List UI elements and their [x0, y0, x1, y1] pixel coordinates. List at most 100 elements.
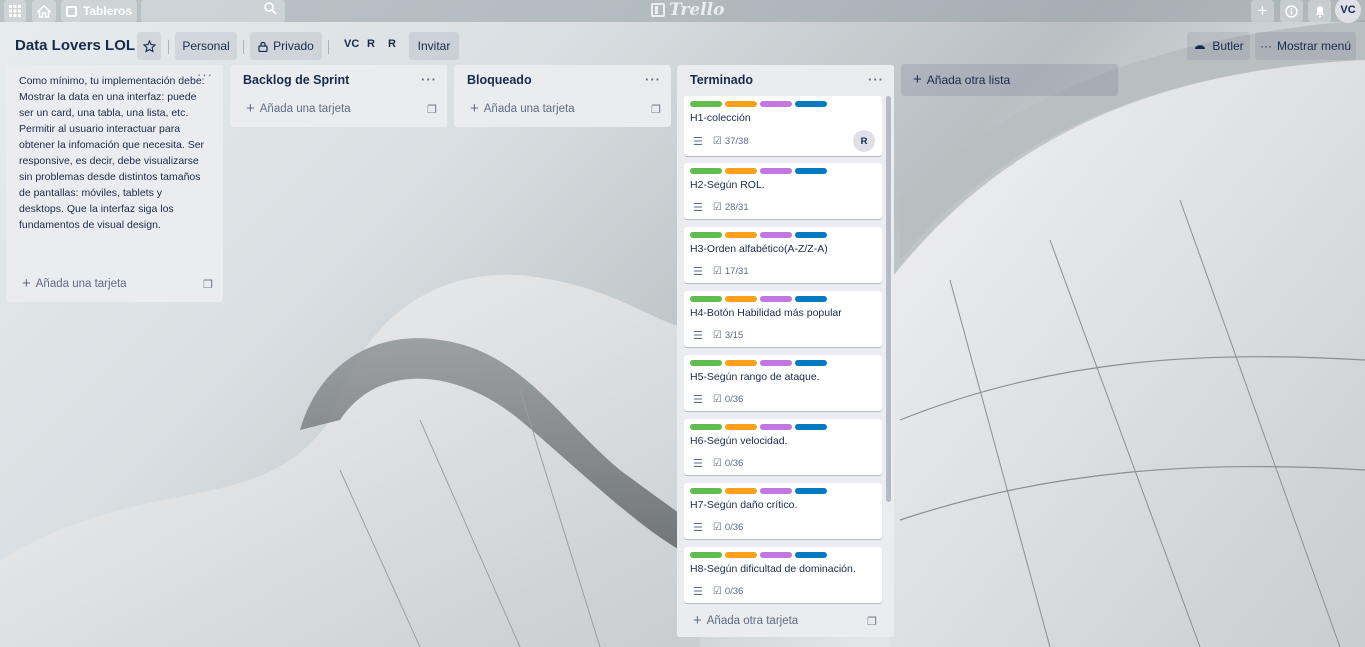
description-icon: ☰: [693, 522, 703, 534]
apps-grid-icon[interactable]: [4, 0, 26, 22]
butler-button[interactable]: Butler: [1187, 32, 1250, 60]
card-labels[interactable]: [690, 488, 827, 494]
show-menu-button[interactable]: ··· Mostrar menú: [1255, 32, 1356, 60]
plus-icon: +: [246, 100, 255, 117]
label-blue: [795, 101, 827, 107]
home-icon[interactable]: [32, 0, 56, 22]
description-icon: ☰: [693, 136, 703, 148]
card-labels[interactable]: [690, 360, 827, 366]
add-card-button[interactable]: + Añada una tarjeta ❐: [6, 270, 223, 298]
card[interactable]: H2-Según ROL. ☰ ☑ 28/31: [684, 163, 882, 219]
card-badges: ☰ ☑ 0/36: [693, 585, 743, 598]
label-orange: [725, 360, 757, 366]
checklist-count: 28/31: [724, 202, 749, 213]
description-icon: ☰: [693, 202, 703, 214]
card[interactable]: H7-Según daño crítico. ☰ ☑ 0/36: [684, 483, 882, 539]
divider: [328, 40, 329, 54]
user-avatar[interactable]: VC: [1335, 0, 1361, 23]
card-labels[interactable]: [690, 296, 827, 302]
list-description[interactable]: Como mínimo, tu implementación debe: Mos…: [6, 65, 223, 233]
label-purple: [760, 101, 792, 107]
top-nav-bar: Tableros Trello + VC: [0, 0, 1365, 23]
card-labels[interactable]: [690, 101, 827, 107]
list-title[interactable]: Backlog de Sprint: [243, 73, 349, 87]
create-plus-icon[interactable]: +: [1251, 0, 1274, 22]
label-blue: [795, 232, 827, 238]
label-purple: [760, 424, 792, 430]
label-green: [690, 232, 722, 238]
checklist-icon: ☑: [712, 202, 722, 213]
show-menu-label: Mostrar menú: [1276, 39, 1352, 53]
card[interactable]: H3-Orden alfabético(A-Z/Z-A) ☰ ☑ 17/31: [684, 227, 882, 283]
info-icon[interactable]: [1280, 0, 1303, 22]
card-labels[interactable]: [690, 424, 827, 430]
visibility-button[interactable]: Privado: [250, 32, 322, 60]
label-orange: [725, 488, 757, 494]
checklist-icon: ☑: [712, 586, 722, 597]
card-template-icon[interactable]: ❐: [651, 103, 661, 116]
star-icon[interactable]: [137, 32, 161, 60]
card-labels[interactable]: [690, 168, 827, 174]
invite-button[interactable]: Invitar: [409, 32, 459, 60]
trello-logo-icon: [651, 3, 665, 17]
add-card-button[interactable]: + Añada una tarjeta ❐: [230, 95, 447, 123]
card-template-icon[interactable]: ❐: [427, 103, 437, 116]
label-blue: [795, 552, 827, 558]
boards-label: Tableros: [82, 4, 133, 18]
list-menu-icon[interactable]: ···: [197, 68, 213, 81]
card-template-icon[interactable]: ❐: [203, 278, 213, 291]
checklist-icon: ☑: [712, 394, 722, 405]
add-another-card-button[interactable]: + Añada otra tarjeta ❐: [677, 607, 887, 635]
team-button[interactable]: Personal: [175, 32, 237, 60]
card[interactable]: H5-Según rango de ataque. ☰ ☑ 0/36: [684, 355, 882, 411]
card-badges: ☰ ☑ 0/36: [693, 393, 743, 406]
label-green: [690, 296, 722, 302]
member-avatar[interactable]: VC: [344, 38, 359, 50]
label-purple: [760, 552, 792, 558]
list-menu-icon[interactable]: ···: [645, 73, 661, 86]
card[interactable]: H8-Según dificultad de dominación. ☰ ☑ 0/…: [684, 547, 882, 603]
card-badges: ☰ ☑ 28/31: [693, 201, 749, 214]
card-title: H2-Según ROL.: [690, 179, 765, 191]
member-avatar[interactable]: R: [367, 38, 375, 50]
description-icon: ☰: [693, 458, 703, 470]
list-header[interactable]: Terminado ···: [677, 65, 894, 95]
list-title[interactable]: Terminado: [690, 73, 753, 87]
board-title[interactable]: Data Lovers LOL: [15, 37, 135, 54]
card-badges: ☰ ☑ 17/31: [693, 265, 749, 278]
card-title: H5-Según rango de ataque.: [690, 371, 820, 383]
notifications-bell-icon[interactable]: [1308, 0, 1331, 22]
card-labels[interactable]: [690, 232, 827, 238]
plus-icon: +: [470, 100, 479, 117]
card[interactable]: H1-colección ☰ ☑ 37/38 R: [684, 96, 882, 156]
checklist-count: 0/36: [724, 522, 744, 533]
list-scrollbar[interactable]: [886, 96, 891, 502]
add-card-button[interactable]: + Añada una tarjeta ❐: [454, 95, 671, 123]
list-title[interactable]: Bloqueado: [467, 73, 532, 87]
card-labels[interactable]: [690, 552, 827, 558]
add-list-button[interactable]: + Añada otra lista: [901, 64, 1118, 96]
card-member-avatar[interactable]: R: [853, 130, 875, 152]
member-avatar[interactable]: R: [388, 38, 396, 50]
checklist-count: 0/36: [724, 458, 744, 469]
scrollbar-thumb[interactable]: [886, 96, 891, 502]
visibility-label: Privado: [273, 39, 314, 53]
list-header[interactable]: Bloqueado ···: [454, 65, 671, 95]
checklist-icon: ☑: [712, 136, 722, 147]
label-green: [690, 168, 722, 174]
label-blue: [795, 488, 827, 494]
boards-button[interactable]: Tableros: [61, 0, 137, 22]
label-orange: [725, 552, 757, 558]
card-template-icon[interactable]: ❐: [867, 615, 877, 628]
trello-logo[interactable]: Trello: [651, 0, 724, 20]
list-header[interactable]: Backlog de Sprint ···: [230, 65, 447, 95]
search-icon: [264, 2, 277, 18]
list: Terminado ··· H1-colección ☰ ☑ 37/38 R H2…: [677, 65, 894, 637]
list-menu-icon[interactable]: ···: [421, 73, 437, 86]
checklist-icon: ☑: [712, 522, 722, 533]
card[interactable]: H6-Según velocidad. ☰ ☑ 0/36: [684, 419, 882, 475]
list-menu-icon[interactable]: ···: [868, 73, 884, 86]
card[interactable]: H4-Botón Habilidad más popular ☰ ☑ 3/15: [684, 291, 882, 347]
label-orange: [725, 232, 757, 238]
list: ··· Como mínimo, tu implementación debe:…: [6, 65, 223, 302]
